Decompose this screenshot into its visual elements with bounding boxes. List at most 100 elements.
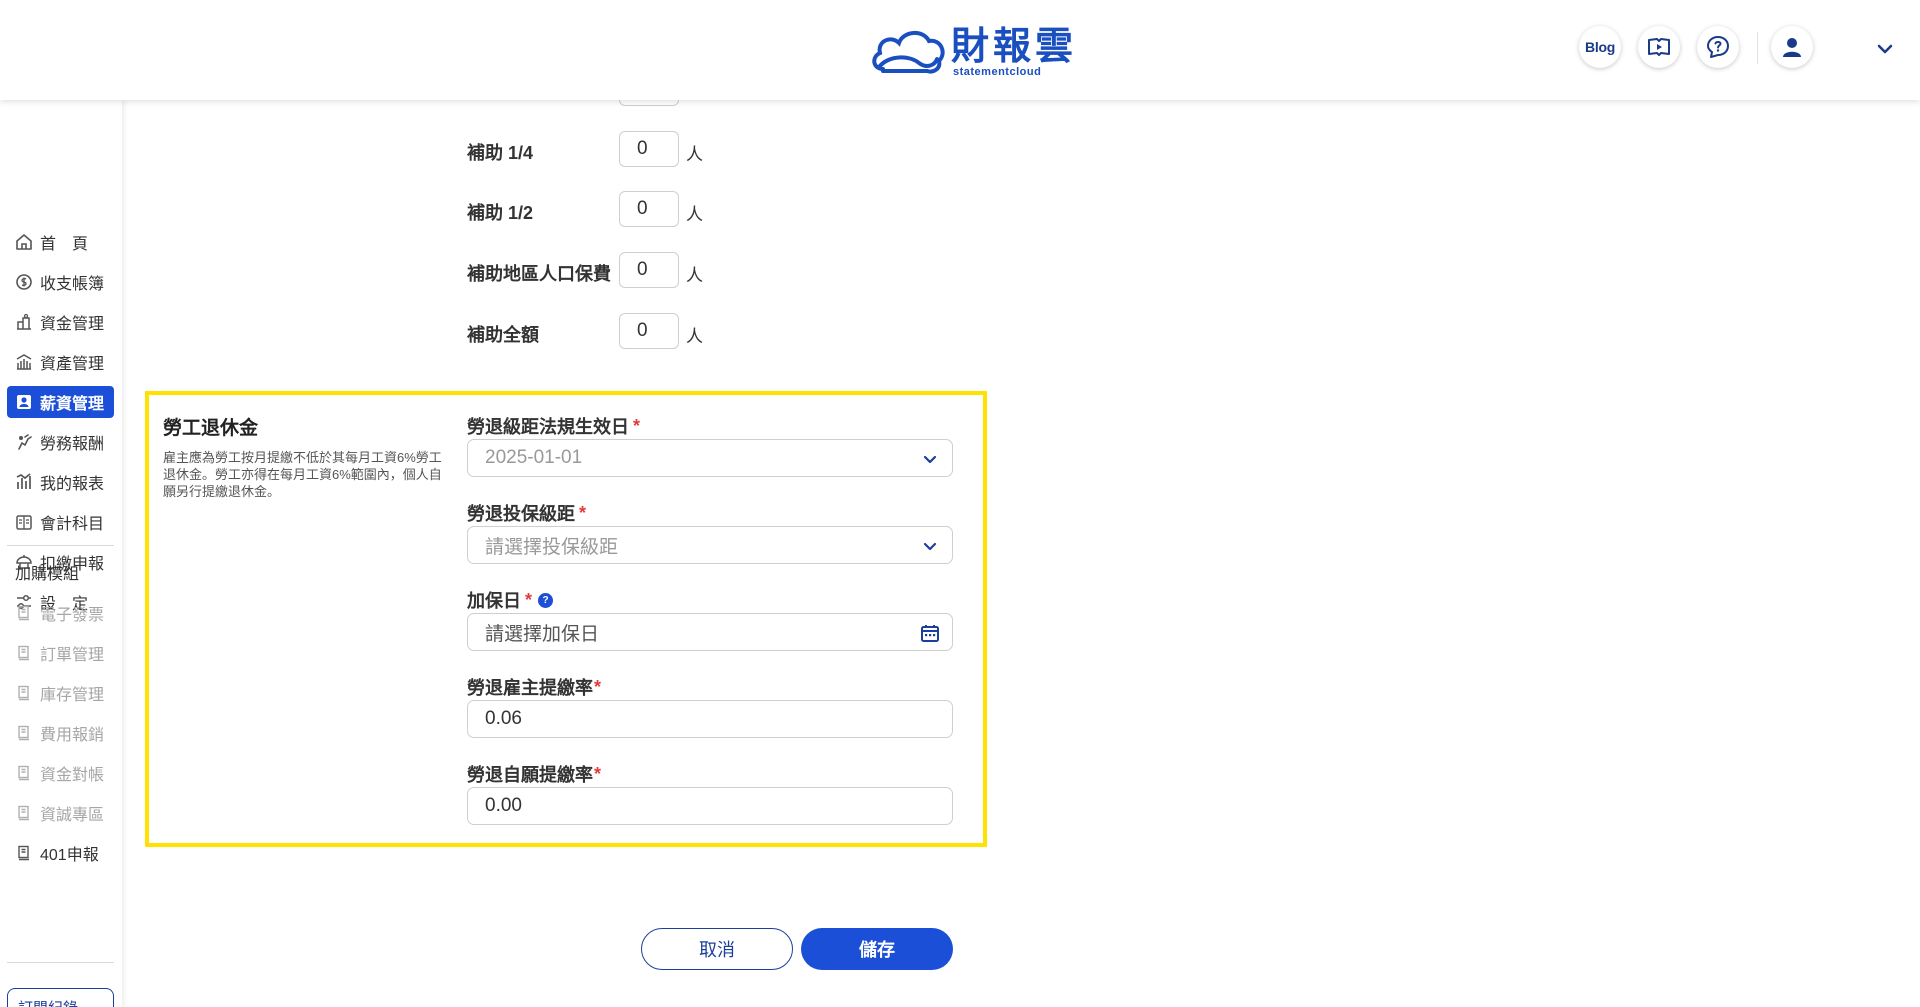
subsidy-full-input[interactable]: 0 (619, 313, 679, 349)
sidebar-divider (7, 962, 114, 963)
subsidy-full-label: 補助全額 (467, 325, 539, 345)
sidebar-item-label: 我的報表 (40, 476, 105, 493)
logo-title: 財報雲 (951, 24, 1078, 68)
blog-button[interactable]: Blog (1579, 26, 1621, 68)
home-icon (15, 233, 33, 251)
enroll-date-label: 加保日 * ? (467, 587, 554, 613)
top-header: 財報雲 statementcloud Blog (0, 0, 1920, 100)
sidebar-item-cashbook[interactable]: 收支帳簿 (7, 266, 114, 298)
sidebar-item-label: 費用報銷 (40, 727, 105, 744)
addon-modules-heading: 加購模組 (15, 566, 80, 583)
voluntary-rate-value: 0.00 (485, 795, 522, 816)
sidebar-item-label: 電子發票 (40, 607, 105, 624)
funds-icon (15, 313, 33, 331)
sidebar: 首 頁 收支帳簿 資金管理 資產管理 薪資管理 勞務報酬 我的報表 會計科目 扣… (0, 100, 122, 1007)
sidebar-item-label: 首 頁 (40, 236, 89, 253)
sidebar-item-label: 庫存管理 (40, 687, 105, 704)
sidebar-item-accounts[interactable]: 會計科目 (7, 506, 114, 538)
cancel-button[interactable]: 取消 (641, 928, 793, 970)
user-avatar-button[interactable] (1771, 26, 1813, 68)
subsidy-half-value: 0 (637, 198, 648, 219)
effective-date-label: 勞退級距法規生效日 * (467, 413, 640, 439)
pension-bracket-select[interactable]: 請選擇投保級距 (467, 526, 953, 564)
module-icon (15, 844, 33, 862)
sidebar-addon-expenses[interactable]: 費用報銷 (7, 717, 114, 749)
employer-rate-label: 勞退雇主提繳率 * (467, 674, 601, 700)
sidebar-item-service-fees[interactable]: 勞務報酬 (7, 426, 114, 458)
sidebar-addon-einvoice[interactable]: 電子發票 (7, 597, 114, 629)
save-button[interactable]: 儲存 (801, 928, 953, 970)
subsidy-half-unit: 人 (686, 205, 703, 224)
subsidy-region-input[interactable]: 0 (619, 252, 679, 288)
sidebar-item-home[interactable]: 首 頁 (7, 226, 114, 258)
sidebar-item-label: 401申報 (40, 847, 99, 864)
sidebar-addon-inventory[interactable]: 庫存管理 (7, 677, 114, 709)
help-icon[interactable]: ? (538, 592, 554, 608)
cloud-logo-icon (872, 31, 945, 74)
sidebar-item-assets[interactable]: 資產管理 (7, 346, 114, 378)
sidebar-item-reports[interactable]: 我的報表 (7, 466, 114, 498)
subscription-label: 訂閱紀錄 (18, 997, 78, 1007)
module-icon (15, 724, 33, 742)
module-icon (15, 764, 33, 782)
employer-rate-input[interactable]: 0.06 (467, 700, 953, 738)
account-menu-toggle[interactable] (1874, 38, 1896, 60)
payroll-icon (15, 393, 33, 411)
chevron-down-icon (920, 536, 940, 556)
sidebar-item-label: 勞務報酬 (40, 436, 105, 453)
calendar-icon[interactable] (920, 623, 940, 643)
sidebar-addon-401-filing[interactable]: 401申報 (7, 837, 114, 869)
pension-section-description: 雇主應為勞工按月提繳不低於其每月工資6%勞工退休金。勞工亦得在每月工資6%範圍內… (163, 450, 442, 499)
voluntary-rate-label-text: 勞退自願提繳率 (467, 765, 593, 785)
voluntary-rate-label: 勞退自願提繳率 * (467, 761, 601, 787)
enroll-date-placeholder: 請選擇加保日 (485, 623, 600, 645)
chat-help-icon (1707, 36, 1729, 58)
header-divider (1757, 32, 1758, 64)
required-mark: * (579, 502, 587, 523)
module-icon (15, 644, 33, 662)
sidebar-item-label: 訂單管理 (40, 647, 105, 664)
cancel-label: 取消 (699, 940, 735, 960)
sidebar-item-label: 資金對帳 (40, 767, 105, 784)
sidebar-item-label: 資誠專區 (40, 807, 105, 824)
pension-section-title: 勞工退休金 (163, 418, 259, 439)
support-chat-button[interactable] (1697, 26, 1739, 68)
logo-subtitle: statementcloud (953, 66, 1042, 78)
sidebar-item-label: 收支帳簿 (40, 276, 105, 293)
sidebar-divider (7, 545, 114, 546)
subscription-record-button[interactable]: 訂閱紀錄 (7, 988, 114, 1007)
subsidy-half-input[interactable]: 0 (619, 191, 679, 227)
sidebar-addon-reconciliation[interactable]: 資金對帳 (7, 757, 114, 789)
coin-icon (15, 273, 33, 291)
required-mark: * (594, 763, 602, 784)
sidebar-addon-orders[interactable]: 訂單管理 (7, 637, 114, 669)
blog-label: Blog (1585, 39, 1615, 55)
module-icon (15, 604, 33, 622)
subsidy-quarter-label: 補助 1/4 (467, 143, 534, 163)
pension-bracket-label-text: 勞退投保級距 (467, 504, 575, 524)
chevron-down-icon (1877, 44, 1893, 54)
voluntary-rate-input[interactable]: 0.00 (467, 787, 953, 825)
sidebar-item-funds[interactable]: 資金管理 (7, 306, 114, 338)
save-label: 儲存 (859, 940, 895, 960)
sidebar-addon-pwc-zone[interactable]: 資誠專區 (7, 797, 114, 829)
required-mark: * (594, 676, 602, 697)
book-video-icon (1648, 38, 1670, 56)
effective-date-select[interactable]: 2025-01-01 (467, 439, 953, 477)
ledger-icon (15, 513, 33, 531)
sidebar-item-label: 薪資管理 (40, 396, 105, 413)
user-icon (1783, 38, 1801, 57)
sidebar-item-payroll[interactable]: 薪資管理 (7, 386, 114, 418)
subsidy-full-unit: 人 (686, 327, 703, 346)
video-tutorial-button[interactable] (1638, 26, 1680, 68)
subsidy-quarter-input[interactable]: 0 (619, 131, 679, 167)
pension-bracket-label: 勞退投保級距 * (467, 500, 586, 526)
report-icon (15, 473, 33, 491)
enroll-date-picker[interactable]: 請選擇加保日 (467, 613, 953, 651)
enroll-date-label-text: 加保日 (467, 591, 521, 611)
logo[interactable]: 財報雲 statementcloud (869, 24, 1077, 80)
sidebar-item-label: 資金管理 (40, 316, 105, 333)
effective-date-value: 2025-01-01 (485, 447, 583, 468)
module-icon (15, 684, 33, 702)
subsidy-region-label: 補助地區人口保費 (467, 264, 611, 284)
